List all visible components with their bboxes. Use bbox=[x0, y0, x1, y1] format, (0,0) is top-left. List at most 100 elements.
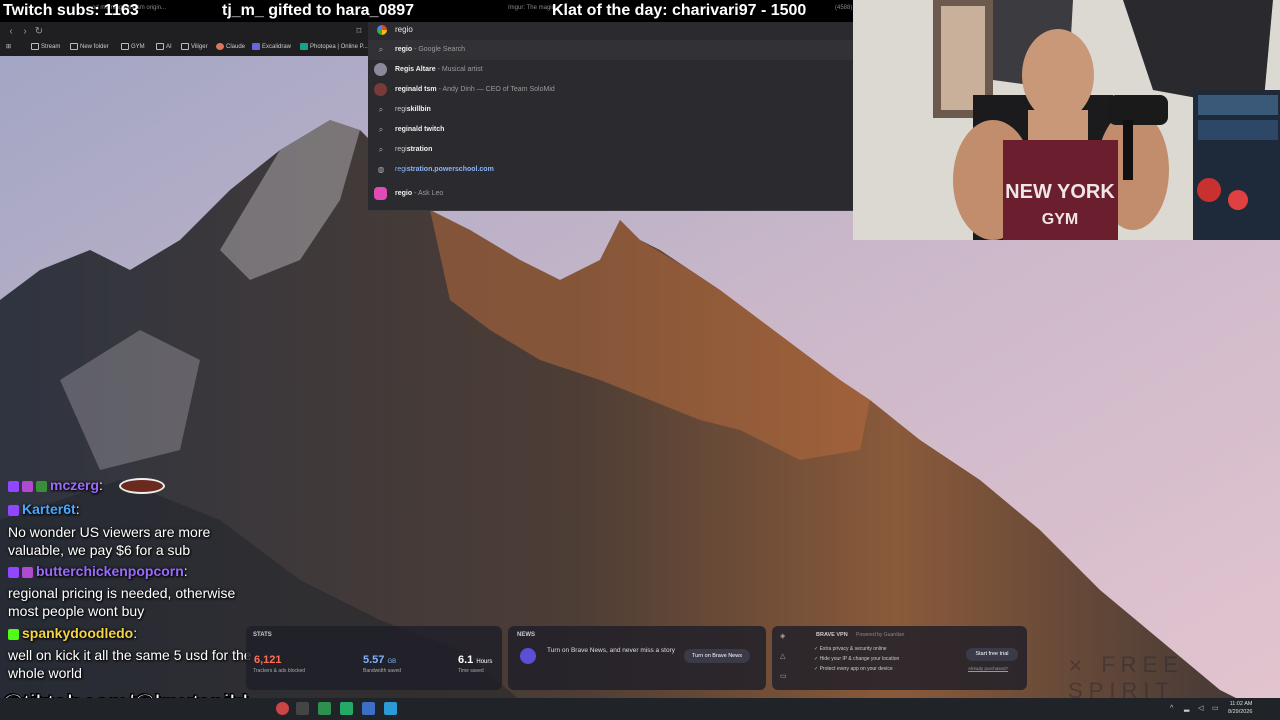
twitch-subs-counter: Twitch subs: 1163 bbox=[3, 2, 139, 19]
folder-icon bbox=[156, 43, 164, 50]
bookmark-viliger[interactable]: Viliger bbox=[181, 43, 208, 50]
excalidraw-icon bbox=[252, 43, 260, 50]
suggestion-item[interactable]: ⌕ reginald twitch bbox=[368, 120, 853, 140]
back-icon[interactable]: ‹ bbox=[4, 25, 18, 39]
bookmark-gym[interactable]: GYM bbox=[121, 43, 145, 50]
app-icon[interactable] bbox=[276, 702, 289, 715]
bookmark-photopea[interactable]: Photopea | Online P... bbox=[300, 43, 368, 50]
suggestion-match: regio bbox=[395, 190, 413, 197]
brave-vpn-widget: ◈ △ ▭ BRAVE VPN Powered by Guardian Extr… bbox=[772, 626, 1027, 690]
bookmark-stream[interactable]: Stream bbox=[31, 43, 60, 50]
globe-icon: ◍ bbox=[377, 165, 385, 174]
folder-icon bbox=[31, 43, 39, 50]
chat-message: spankydoodledo: bbox=[8, 625, 137, 641]
suggestion-item[interactable]: reginald tsm - Andy Dinh — CEO of Team S… bbox=[368, 80, 853, 100]
news-promo-text: Turn on Brave News, and never miss a sto… bbox=[547, 647, 676, 654]
start-free-trial-button[interactable]: Start free trial bbox=[966, 648, 1018, 661]
claude-icon bbox=[216, 43, 224, 50]
bookmark-excalidraw[interactable]: Excalidraw bbox=[252, 43, 291, 50]
bookmark-label: Viliger bbox=[191, 43, 208, 50]
gift-sub-alert: tj_m_ gifted to hara_0897 bbox=[222, 2, 415, 19]
suggestion-label: regio - Google Search bbox=[395, 46, 465, 53]
reload-icon[interactable]: ↻ bbox=[32, 25, 46, 39]
bits-badge-icon bbox=[36, 480, 47, 492]
photopea-icon bbox=[300, 43, 308, 50]
emote-icon bbox=[118, 478, 165, 495]
suggestion-rest: stration bbox=[406, 146, 433, 153]
chat-text: valuable, we pay $6 for a sub bbox=[8, 542, 191, 558]
chat-username[interactable]: spankydoodledo bbox=[22, 625, 133, 641]
vpn-feature: Protect every app on your device bbox=[814, 666, 893, 672]
time-number: 6.1 bbox=[458, 654, 474, 666]
sub-badge-icon bbox=[22, 566, 33, 578]
apps-grid-icon[interactable]: ⊞ bbox=[6, 43, 11, 50]
suggestion-desc: - Musical artist bbox=[435, 66, 483, 73]
avatar-icon bbox=[374, 63, 387, 76]
suggestion-match: regi bbox=[395, 106, 407, 113]
windows-taskbar: ^ ▂ ◁ ▭ 11:02 AM 8/29/2026 bbox=[0, 698, 1280, 720]
time-saved-value: 6.1 Hours bbox=[458, 654, 492, 666]
tray-chevron-icon[interactable]: ^ bbox=[1170, 705, 1177, 712]
suggestion-label: regio - Ask Leo bbox=[395, 190, 443, 197]
chat-icon: ▭ bbox=[780, 673, 787, 680]
app-icon[interactable] bbox=[362, 702, 375, 715]
app-icon[interactable] bbox=[296, 702, 309, 715]
battery-icon[interactable]: ▭ bbox=[1212, 705, 1219, 712]
suggestion-item[interactable]: Regis Altare - Musical artist bbox=[368, 60, 853, 80]
time-saved-label: Time saved bbox=[458, 668, 484, 674]
suggestion-item[interactable]: regio - Ask Leo bbox=[368, 184, 853, 204]
system-clock[interactable]: 11:02 AM 8/29/2026 bbox=[1228, 700, 1252, 716]
suggestion-match: regio bbox=[395, 46, 413, 53]
bookmark-icon[interactable]: ⌑ bbox=[352, 25, 366, 39]
bookmark-new-folder[interactable]: New folder bbox=[70, 43, 109, 50]
address-bar[interactable]: regio bbox=[368, 22, 853, 38]
search-icon: ⌕ bbox=[378, 145, 384, 154]
bookmarks-bar: ⊞ Stream New folder GYM AI Viliger Claud… bbox=[0, 40, 368, 54]
chat-username[interactable]: butterchickenpopcorn bbox=[36, 563, 184, 579]
chat-message: butterchickenpopcorn: bbox=[8, 563, 188, 579]
vpn-shield-icon: ◈ bbox=[780, 633, 786, 640]
speaker-icon[interactable]: ◁ bbox=[1198, 705, 1205, 712]
brave-news-widget: NEWS Turn on Brave News, and never miss … bbox=[508, 626, 766, 690]
app-icon[interactable] bbox=[318, 702, 331, 715]
avatar-icon bbox=[374, 83, 387, 96]
suggestion-match: Regis Altare bbox=[395, 66, 436, 73]
suggestion-item[interactable]: ⌕ regiskillbin bbox=[368, 100, 853, 120]
forward-icon[interactable]: › bbox=[18, 25, 32, 39]
stream-info-bar: od morning vietnam origin... Imgur: The … bbox=[0, 0, 853, 22]
suggestion-item[interactable]: ◍ registration.powerschool.com bbox=[368, 160, 853, 180]
suggestion-rest: skillbin bbox=[406, 106, 431, 113]
turn-on-news-button[interactable]: Turn on Brave News bbox=[684, 649, 750, 663]
suggestion-label: regiskillbin bbox=[395, 106, 431, 113]
suggestion-desc: - Google Search bbox=[412, 46, 466, 53]
bookmark-claude[interactable]: Claude bbox=[216, 43, 245, 50]
twitch-badge-icon bbox=[8, 566, 19, 578]
network-icon[interactable]: ▂ bbox=[1184, 705, 1191, 712]
suggestion-item[interactable]: ⌕ registration bbox=[368, 140, 853, 160]
app-icon[interactable] bbox=[384, 702, 397, 715]
bookmark-ai[interactable]: AI bbox=[156, 43, 172, 50]
svg-text:GYM: GYM bbox=[1042, 211, 1078, 228]
chat-username[interactable]: mczerg bbox=[50, 477, 99, 493]
chat-message: mczerg: bbox=[8, 477, 165, 495]
bandwidth-number: 5.57 bbox=[363, 654, 385, 666]
twitch-badge-icon bbox=[8, 480, 19, 492]
search-icon: ⌕ bbox=[378, 125, 384, 134]
bookmark-label: Excalidraw bbox=[262, 43, 292, 50]
bookmark-label: Photopea | Online P... bbox=[310, 43, 368, 50]
search-icon: ⌕ bbox=[378, 45, 384, 54]
app-icon[interactable] bbox=[340, 702, 353, 715]
clock-date: 8/29/2026 bbox=[1228, 709, 1253, 715]
bandwidth-saved-value: 5.57 GB bbox=[363, 654, 396, 666]
chat-username[interactable]: Karter6t bbox=[22, 501, 76, 517]
already-purchased-link[interactable]: Already purchased? bbox=[968, 666, 1008, 671]
suggestion-item[interactable]: ⌕ regio - Google Search bbox=[368, 40, 853, 60]
vpn-feature: Extra privacy & security online bbox=[814, 646, 887, 652]
suggestion-label: registration bbox=[395, 146, 432, 153]
folder-icon bbox=[70, 43, 78, 50]
vpn-powered-by: Powered by Guardian bbox=[856, 632, 905, 638]
stats-header: STATS bbox=[253, 632, 272, 638]
suggestion-match: regi bbox=[395, 146, 407, 153]
address-input[interactable]: regio bbox=[395, 25, 413, 34]
kick-badge-icon bbox=[8, 628, 19, 640]
